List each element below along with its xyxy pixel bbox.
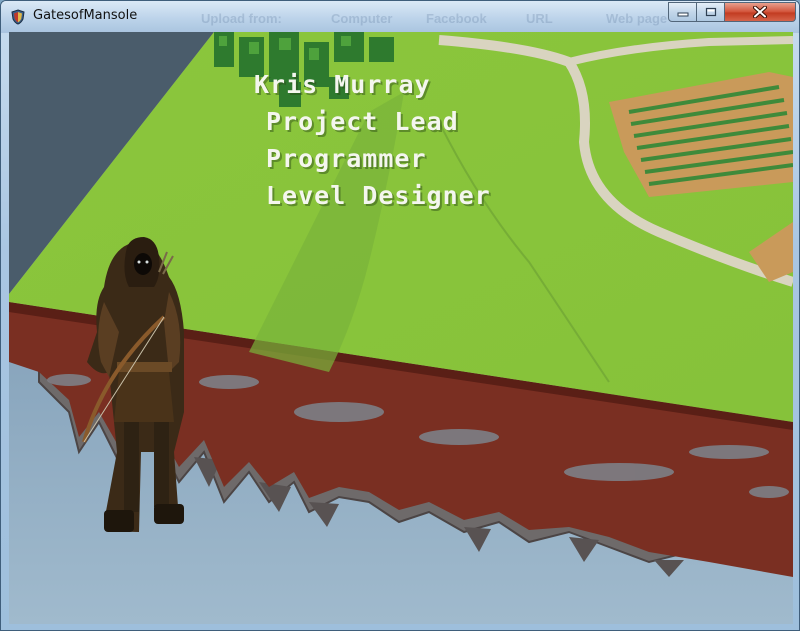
ghost-label: Computer bbox=[331, 11, 393, 26]
minimize-icon bbox=[677, 12, 688, 17]
ghost-label: Web page bbox=[606, 11, 668, 26]
close-icon bbox=[753, 6, 767, 18]
window-title: GatesofMansole bbox=[33, 8, 138, 23]
maximize-icon bbox=[705, 7, 716, 17]
credits-panel: Kris Murray Project Lead Programmer Leve… bbox=[9, 32, 793, 624]
ghost-label: Facebook bbox=[426, 11, 487, 26]
game-shield-icon bbox=[11, 9, 25, 25]
credit-role: Programmer bbox=[266, 144, 427, 173]
close-button[interactable] bbox=[725, 2, 796, 22]
minimize-button[interactable] bbox=[668, 2, 697, 22]
maximize-button[interactable] bbox=[697, 2, 725, 22]
credit-role: Level Designer bbox=[266, 181, 491, 210]
title-bar[interactable]: GatesofMansole Upload from: Computer Fac… bbox=[1, 1, 799, 33]
ghost-label: Upload from: bbox=[201, 11, 282, 26]
ghost-label: URL bbox=[526, 11, 553, 26]
credit-name: Kris Murray bbox=[254, 70, 431, 99]
game-window: GatesofMansole Upload from: Computer Fac… bbox=[0, 0, 800, 631]
game-viewport[interactable]: Kris Murray Project Lead Programmer Leve… bbox=[9, 32, 793, 624]
credit-role: Project Lead bbox=[266, 107, 459, 136]
